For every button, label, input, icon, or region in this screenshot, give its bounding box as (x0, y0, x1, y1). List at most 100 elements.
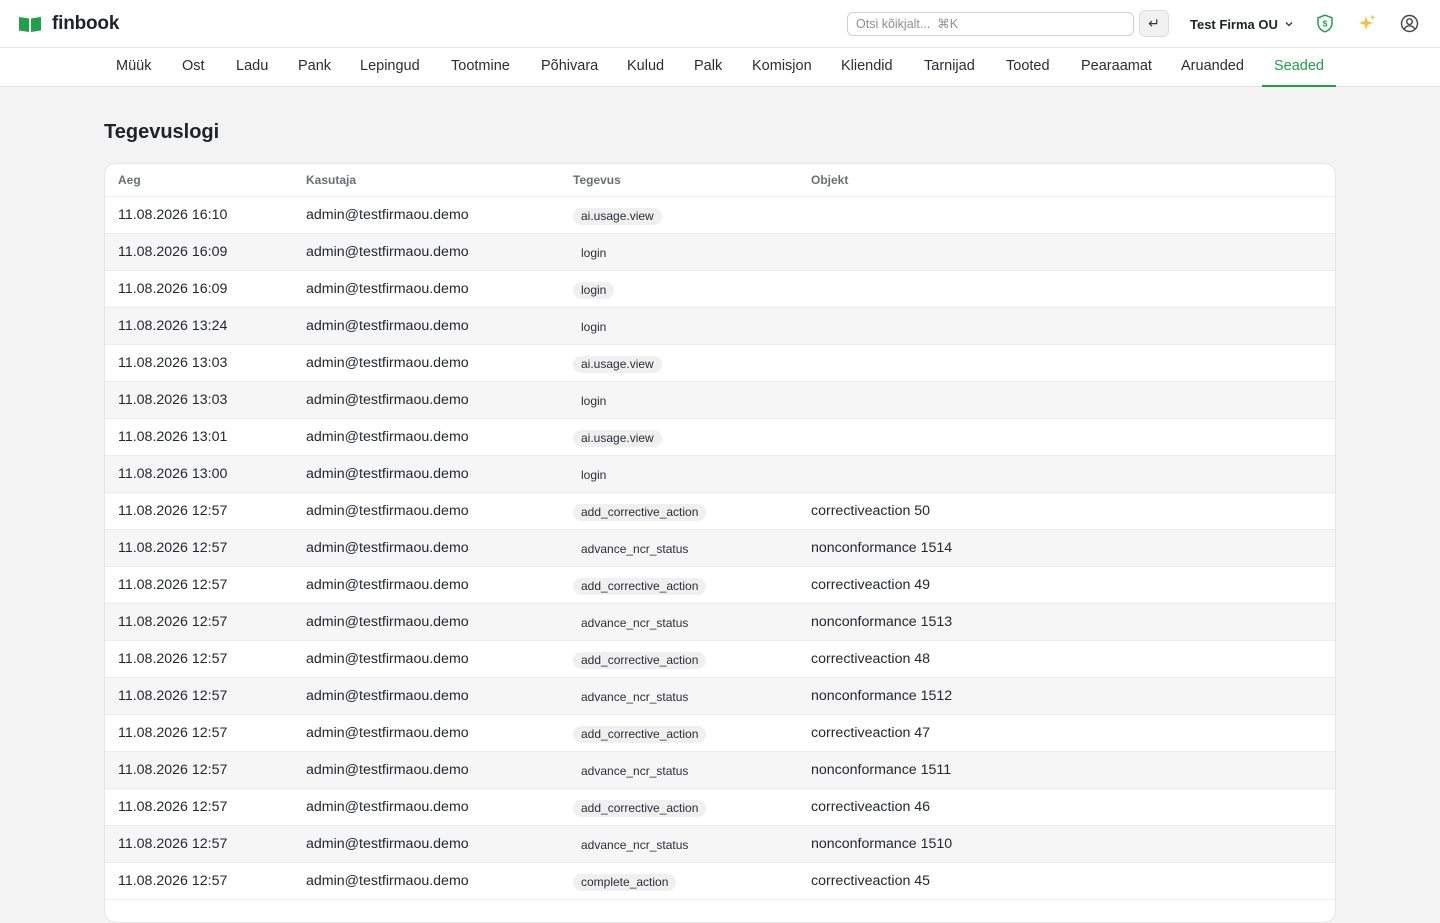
cell-time: 11.08.2026 12:57 (118, 540, 228, 556)
nav-item-tarnijad[interactable]: Tarnijad (908, 48, 991, 87)
nav-item-lepingud[interactable]: Lepingud (344, 48, 436, 87)
action-badge: advance_ncr_status (581, 690, 689, 704)
action-badge: advance_ncr_status (581, 542, 689, 556)
nav-item-seaded[interactable]: Seaded (1262, 48, 1336, 87)
action-badge: ai.usage.view (573, 208, 662, 225)
action-badge: login (581, 468, 607, 482)
table-row[interactable]: 11.08.2026 12:57 admin@testfirmaou.demo ad… (105, 641, 1335, 678)
cell-action: advance_ncr_status (573, 837, 696, 854)
table-row[interactable]: 11.08.2026 12:57 admin@testfirmaou.demo ad… (105, 752, 1335, 789)
page-title: Tegevuslogi (104, 121, 220, 143)
nav-item-tootmine[interactable]: Tootmine (435, 48, 526, 87)
cell-time: 11.08.2026 12:57 (118, 725, 228, 741)
cell-user: admin@testfirmaou.demo (306, 540, 469, 556)
cell-time: 11.08.2026 13:01 (118, 429, 228, 445)
nav-item-pearaamat[interactable]: Pearaamat (1065, 48, 1168, 87)
cell-user: admin@testfirmaou.demo (306, 281, 469, 297)
cell-time: 11.08.2026 16:10 (118, 207, 228, 223)
cell-action: add_corrective_action (573, 504, 707, 521)
cell-time: 11.08.2026 12:57 (118, 873, 228, 889)
nav-item-palk[interactable]: Palk (678, 48, 738, 87)
action-badge: login (581, 394, 607, 408)
search-submit-button[interactable]: ↵ (1139, 10, 1169, 37)
action-badge: add_corrective_action (573, 800, 707, 817)
table-row[interactable]: 11.08.2026 13:03 admin@testfirmaou.demo ai… (105, 345, 1335, 382)
action-badge: login (581, 320, 607, 334)
cell-object: nonconformance 1511 (811, 762, 952, 778)
cell-action: add_corrective_action (573, 726, 707, 743)
app-logo[interactable]: finbook (18, 12, 119, 36)
column-header-time[interactable]: Aeg (118, 173, 141, 187)
cell-action: login (573, 282, 615, 299)
table-row[interactable]: 11.08.2026 13:03 admin@testfirmaou.demo lo… (105, 382, 1335, 419)
cell-object: correctiveaction 48 (811, 651, 931, 667)
table-row[interactable]: 11.08.2026 12:57 admin@testfirmaou.demo ad… (105, 789, 1335, 826)
cell-action: advance_ncr_status (573, 689, 696, 706)
cell-object: correctiveaction 45 (811, 873, 931, 889)
company-name: Test Firma OU (1190, 16, 1278, 32)
table-row[interactable]: 11.08.2026 12:57 admin@testfirmaou.demo ad… (105, 493, 1335, 530)
table-row[interactable]: 11.08.2026 16:10 admin@testfirmaou.demo ai… (105, 197, 1335, 234)
action-badge: add_corrective_action (573, 726, 707, 743)
nav-item-aruanded[interactable]: Aruanded (1165, 48, 1260, 87)
table-row[interactable]: 11.08.2026 16:09 admin@testfirmaou.demo lo… (105, 271, 1335, 308)
nav-item-ost[interactable]: Ost (166, 48, 221, 87)
table-row[interactable]: 11.08.2026 16:09 admin@testfirmaou.demo lo… (105, 234, 1335, 271)
cell-user: admin@testfirmaou.demo (306, 725, 469, 741)
table-row[interactable]: 11.08.2026 12:57 admin@testfirmaou.demo ad… (105, 567, 1335, 604)
cell-action: login (573, 393, 614, 410)
table-row[interactable]: 11.08.2026 12:57 admin@testfirmaou.demo ad… (105, 678, 1335, 715)
action-badge: add_corrective_action (573, 504, 707, 521)
global-search-input[interactable] (847, 12, 1134, 36)
cell-user: admin@testfirmaou.demo (306, 318, 469, 334)
activity-log-table: Aeg Kasutaja Tegevus Objekt 11.08.2026 1… (104, 163, 1336, 923)
cell-action: add_corrective_action (573, 652, 707, 669)
cell-action: advance_ncr_status (573, 615, 696, 632)
shield-dollar-icon[interactable]: $ (1315, 13, 1335, 33)
cell-user: admin@testfirmaou.demo (306, 503, 469, 519)
action-badge: login (581, 246, 607, 260)
nav-item-ladu[interactable]: Ladu (220, 48, 284, 87)
table-row[interactable]: 11.08.2026 12:57 admin@testfirmaou.demo ad… (105, 530, 1335, 567)
cell-time: 11.08.2026 16:09 (118, 281, 228, 297)
cell-action: complete_action (573, 874, 677, 891)
nav-item-komisjon[interactable]: Komisjon (736, 48, 828, 87)
cell-user: admin@testfirmaou.demo (306, 244, 469, 260)
cell-user: admin@testfirmaou.demo (306, 873, 469, 889)
cell-user: admin@testfirmaou.demo (306, 688, 469, 704)
cell-object: correctiveaction 50 (811, 503, 931, 519)
column-header-user[interactable]: Kasutaja (306, 173, 356, 187)
cell-action: ai.usage.view (573, 356, 662, 373)
nav-item-kliendid[interactable]: Kliendid (825, 48, 909, 87)
cell-time: 11.08.2026 13:00 (118, 466, 228, 482)
column-header-action[interactable]: Tegevus (573, 173, 621, 187)
table-row[interactable]: 11.08.2026 12:57 admin@testfirmaou.demo ad… (105, 715, 1335, 752)
nav-item-muuk[interactable]: Müük (100, 48, 167, 87)
table-row[interactable]: 11.08.2026 12:57 admin@testfirmaou.demo ad… (105, 604, 1335, 641)
user-circle-icon[interactable] (1399, 13, 1419, 33)
table-row[interactable]: 11.08.2026 12:57 admin@testfirmaou.demo co… (105, 863, 1335, 900)
cell-user: admin@testfirmaou.demo (306, 836, 469, 852)
cell-time: 11.08.2026 12:57 (118, 651, 228, 667)
enter-icon: ↵ (1148, 15, 1160, 31)
top-bar: finbook ↵ Test Firma OU $ (0, 0, 1440, 48)
cell-action: login (573, 467, 614, 484)
cell-user: admin@testfirmaou.demo (306, 614, 469, 630)
cell-action: login (573, 245, 614, 262)
action-badge: complete_action (573, 874, 677, 891)
cell-object: nonconformance 1510 (811, 836, 953, 852)
nav-item-pank[interactable]: Pank (282, 48, 347, 87)
sparkle-icon[interactable] (1357, 13, 1377, 33)
nav-item-tooted[interactable]: Tooted (990, 48, 1066, 87)
company-switcher[interactable]: Test Firma OU (1190, 16, 1294, 32)
action-badge: ai.usage.view (573, 430, 662, 447)
table-row[interactable]: 11.08.2026 12:57 admin@testfirmaou.demo ad… (105, 826, 1335, 863)
table-row[interactable]: 11.08.2026 13:01 admin@testfirmaou.demo ai… (105, 419, 1335, 456)
table-header: Aeg Kasutaja Tegevus Objekt (105, 164, 1335, 197)
svg-text:$: $ (1323, 18, 1328, 28)
table-row[interactable]: 11.08.2026 13:24 admin@testfirmaou.demo lo… (105, 308, 1335, 345)
column-header-object[interactable]: Objekt (811, 173, 848, 187)
nav-item-kulud[interactable]: Kulud (611, 48, 680, 87)
table-row[interactable]: 11.08.2026 13:00 admin@testfirmaou.demo lo… (105, 456, 1335, 493)
nav-item-pohivara[interactable]: Põhivara (525, 48, 614, 87)
